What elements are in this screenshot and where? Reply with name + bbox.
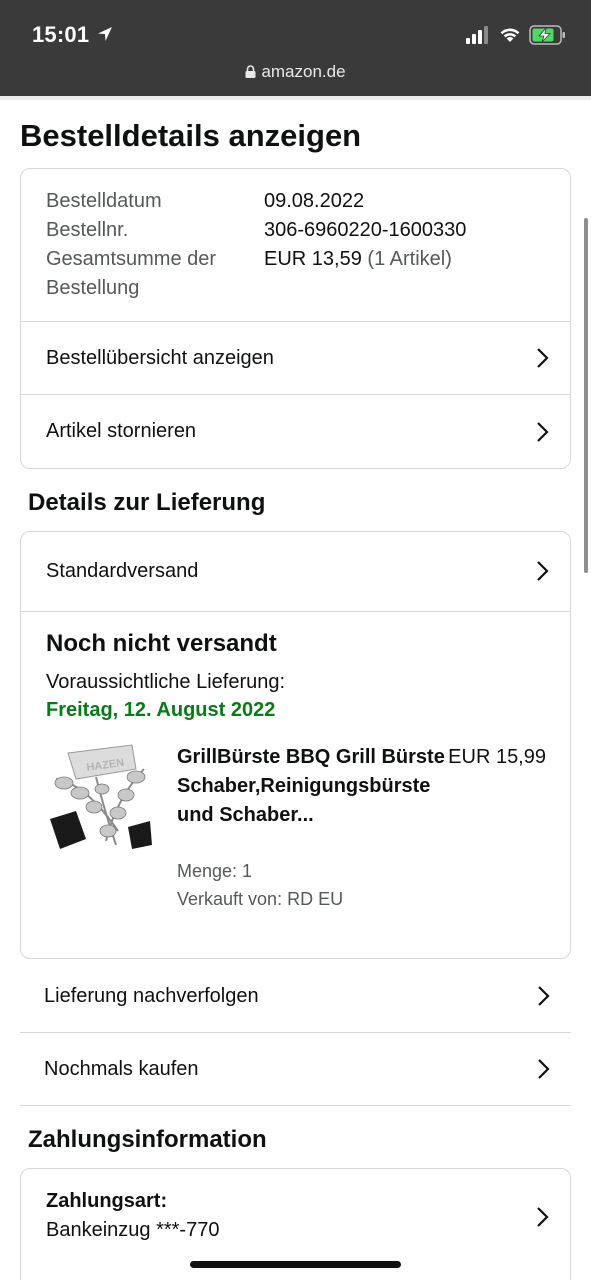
order-number-value: 306-6960220-1600330 [264,219,467,241]
divider [21,611,570,612]
track-package-label: Lieferung nachverfolgen [44,984,259,1007]
chevron-right-icon [538,1059,550,1079]
chevron-right-icon [537,1207,549,1227]
cancel-items-link[interactable]: Artikel stornieren [21,395,570,468]
estimated-delivery-date: Freitag, 12. August 2022 [46,699,276,721]
payment-method-value: Bankeinzug ***-770 [46,1219,220,1241]
page-title: Bestelldetails anzeigen [20,118,362,153]
chevron-right-icon [538,986,550,1006]
product-seller: Verkauft von: RD EU [177,889,344,909]
chevron-right-icon [537,421,549,442]
url-domain: amazon.de [261,62,346,81]
product-quantity: Menge: 1 [177,861,253,881]
chevron-right-icon [537,348,549,368]
product-price: EUR 15,99 [448,746,546,768]
wifi-icon [500,28,520,42]
home-indicator[interactable] [190,1261,401,1268]
chevron-right-icon [537,561,549,581]
track-package-link[interactable]: Lieferung nachverfolgen [20,960,571,1032]
order-summary-info: Bestelldatum 09.08.2022 Bestellnr. 306-6… [46,187,566,303]
delivery-card: Standardversand Noch nicht versandt Vora… [20,531,571,959]
order-summary-card: Bestelldatum 09.08.2022 Bestellnr. 306-6… [20,168,571,469]
divider [20,1105,571,1106]
order-total-label: Gesamtsumme der Bestellung [46,248,217,299]
product-image[interactable]: HAZEN [46,739,154,855]
payment-method-label: Zahlungsart: [46,1190,168,1212]
cancel-items-label: Artikel stornieren [46,420,197,442]
delivery-section-title: Details zur Lieferung [28,489,266,516]
shipping-method-label: Standardversand [46,559,199,582]
browser-top-bar: 15:01 amazon.de [0,0,591,96]
order-total-value: EUR 13,59 (1 Artikel) [264,248,452,270]
battery-charging-icon [529,25,565,45]
order-number-label: Bestellnr. [46,219,129,241]
payment-section-title: Zahlungsinformation [28,1126,267,1153]
url-bar[interactable]: amazon.de [0,62,591,82]
product-title-link[interactable]: GrillBürste BBQ Grill Bürste Schaber,Rei… [177,743,447,830]
status-time: 15:01 [32,22,90,47]
cellular-signal-icon [466,26,488,44]
buy-again-link[interactable]: Nochmals kaufen [20,1033,571,1105]
lock-icon [245,65,256,78]
toolbar-divider [0,96,591,100]
order-item-count: (1 Artikel) [367,248,452,270]
order-date-label: Bestelldatum [46,190,162,212]
shipping-method-link[interactable]: Standardversand [21,532,570,610]
buy-again-label: Nochmals kaufen [44,1057,199,1080]
estimated-delivery-label: Voraussichtliche Lieferung: [46,671,286,693]
view-invoice-link[interactable]: Bestellübersicht anzeigen [21,322,570,394]
view-invoice-label: Bestellübersicht anzeigen [46,346,274,369]
page-scrollbar[interactable] [584,218,588,573]
shipment-status: Noch nicht versandt [46,630,277,657]
location-arrow-icon [98,27,112,41]
order-date-value: 09.08.2022 [264,190,365,212]
